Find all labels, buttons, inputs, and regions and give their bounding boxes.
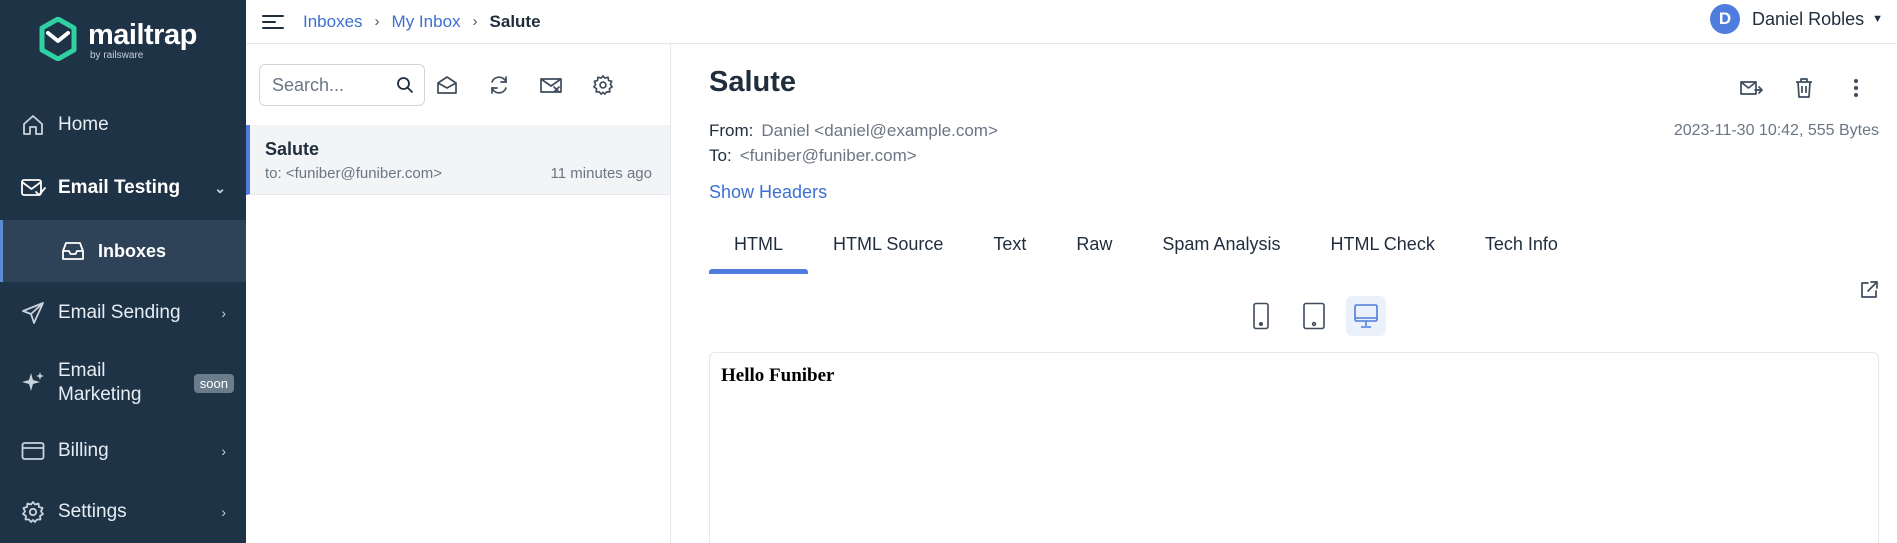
sidebar-item-label: Marketing [58, 384, 142, 405]
sidebar-item-email-sending[interactable]: Email Sending › [0, 288, 246, 338]
tab-spam-analysis[interactable]: Spam Analysis [1137, 228, 1305, 274]
sidebar-item-label: Home [58, 114, 109, 135]
breadcrumb-separator-icon: › [374, 13, 380, 30]
email-preview: Hello Funiber [709, 352, 1879, 543]
sidebar-item-label: Settings [58, 501, 127, 522]
forward-icon[interactable] [1737, 74, 1765, 102]
from-line: From: Daniel <daniel@example.com> [709, 121, 998, 141]
chevron-down-icon: ▼ [1872, 13, 1883, 25]
home-icon [20, 112, 46, 138]
to-label: To: [709, 146, 732, 165]
gear-icon [20, 499, 46, 525]
from-value: Daniel <daniel@example.com> [761, 121, 998, 140]
message-time: 11 minutes ago [550, 165, 652, 182]
from-label: From: [709, 121, 754, 140]
tab-html[interactable]: HTML [709, 228, 808, 274]
message-list-panel: Search... Salute to: <funiber@funiber.co… [246, 44, 671, 543]
sidebar-item-label: Email Sending [58, 302, 181, 323]
search-placeholder: Search... [272, 74, 345, 95]
avatar: D [1710, 4, 1741, 34]
message-subject: Salute [265, 139, 320, 159]
breadcrumb: Inboxes › My Inbox › Salute [303, 12, 541, 32]
chevron-right-icon: › [221, 305, 226, 321]
list-item[interactable]: Salute to: <funiber@funiber.com> 11 minu… [246, 125, 670, 195]
brand-name: mailtrap [88, 19, 197, 51]
brand-sub: by railsware [90, 50, 144, 61]
email-body: Hello Funiber [721, 365, 835, 386]
user-name: Daniel Robles [1752, 8, 1865, 29]
email-view: Salute From: Daniel <daniel@example.com> … [672, 44, 1897, 543]
sidebar-item-billing[interactable]: Billing › [0, 426, 246, 476]
sidebar-item-email-marketing[interactable]: Email Marketing soon [0, 355, 246, 411]
inbox-icon [60, 238, 86, 264]
page-title: Salute [709, 66, 797, 98]
breadcrumb-my-inbox[interactable]: My Inbox [392, 12, 461, 32]
mark-read-icon[interactable] [432, 70, 462, 100]
sidebar: mailtrap by railsware Home Email Testing… [0, 0, 246, 543]
search-input[interactable]: Search... [259, 64, 425, 106]
send-icon [20, 300, 46, 326]
chevron-right-icon: › [221, 504, 226, 520]
sidebar-item-label: Inboxes [98, 240, 167, 261]
menu-icon[interactable] [262, 12, 284, 32]
open-external-icon[interactable] [1859, 280, 1881, 302]
sidebar-item-label: Billing [58, 440, 109, 461]
chevron-right-icon: › [221, 443, 226, 459]
card-icon [20, 438, 46, 464]
tab-raw[interactable]: Raw [1051, 228, 1137, 274]
breadcrumb-separator-icon: › [472, 13, 478, 30]
mobile-view-icon[interactable] [1241, 296, 1281, 336]
trash-icon[interactable] [1790, 74, 1818, 102]
tab-text[interactable]: Text [968, 228, 1051, 274]
desktop-view-icon[interactable] [1346, 296, 1386, 336]
user-menu[interactable]: D Daniel Robles ▼ [1710, 4, 1883, 34]
sidebar-item-settings[interactable]: Settings › [0, 487, 246, 537]
tablet-view-icon[interactable] [1294, 296, 1334, 336]
sidebar-item-home[interactable]: Home [0, 100, 246, 150]
show-headers-link[interactable]: Show Headers [709, 182, 827, 203]
email-testing-icon [20, 175, 46, 201]
search-icon [396, 76, 414, 99]
to-line: To: <funiber@funiber.com> [709, 146, 917, 166]
to-value: <funiber@funiber.com> [739, 146, 917, 165]
message-recipient: to: <funiber@funiber.com> [265, 165, 442, 182]
sidebar-item-email-testing[interactable]: Email Testing ⌄ [0, 163, 246, 213]
email-meta: 2023-11-30 10:42, 555 Bytes [1673, 122, 1879, 139]
mailtrap-logo-icon [38, 16, 78, 66]
more-options-icon[interactable] [1842, 74, 1870, 102]
refresh-icon[interactable] [484, 70, 514, 100]
tab-html-check[interactable]: HTML Check [1305, 228, 1459, 274]
chevron-down-icon: ⌄ [214, 179, 226, 196]
sidebar-item-inboxes[interactable]: Inboxes [0, 220, 246, 282]
sidebar-item-label: Email Testing [58, 177, 181, 198]
breadcrumb-current: Salute [489, 11, 541, 31]
clear-inbox-icon[interactable] [536, 70, 566, 100]
mailtrap-logo[interactable]: mailtrap by railsware [38, 16, 197, 66]
soon-badge: soon [193, 373, 234, 393]
view-tabs: HTML HTML Source Text Raw Spam Analysis … [709, 228, 1583, 274]
tab-html-source[interactable]: HTML Source [808, 228, 968, 274]
tab-tech-info[interactable]: Tech Info [1460, 228, 1583, 274]
sparkle-icon [20, 370, 46, 396]
settings-gear-icon[interactable] [588, 70, 618, 100]
sidebar-item-label: Email [58, 360, 106, 381]
top-bar: Inboxes › My Inbox › Salute D Daniel Rob… [246, 0, 1897, 44]
breadcrumb-inboxes[interactable]: Inboxes [303, 12, 363, 32]
